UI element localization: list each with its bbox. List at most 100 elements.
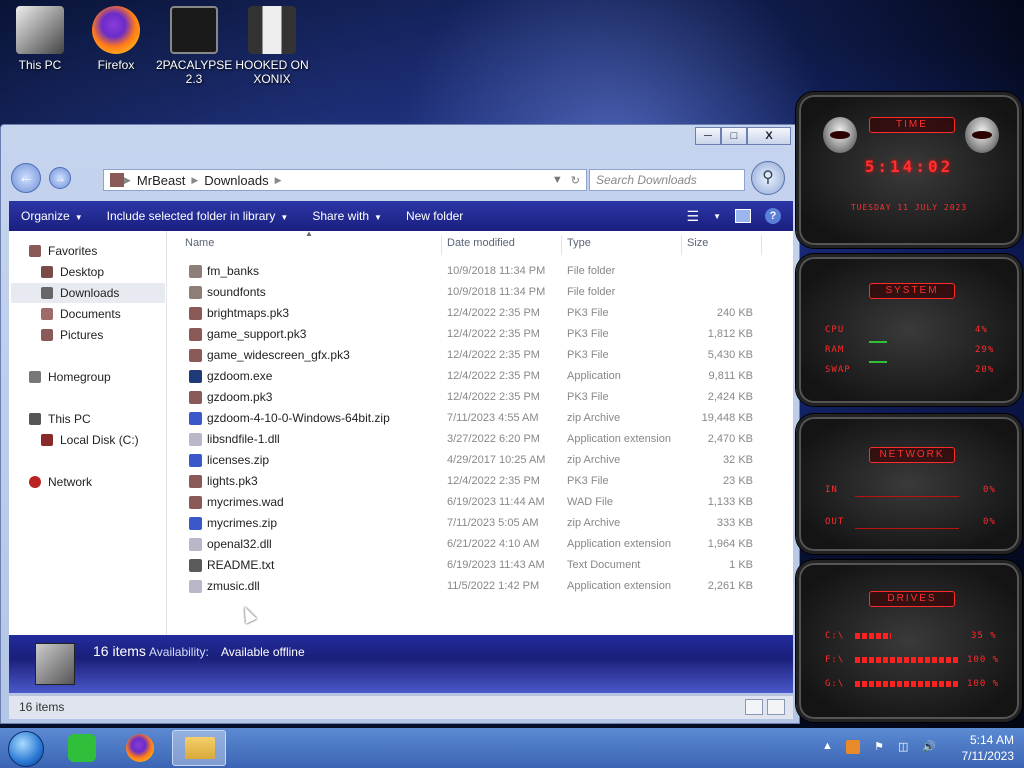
file-row[interactable]: libsndfile-1.dll 3/27/2022 6:20 PM Applica… bbox=[187, 429, 787, 450]
desktop-icon-hooked-on-xonix[interactable]: HOOKED ON XONIX bbox=[234, 6, 310, 86]
file-row[interactable]: lights.pk3 12/4/2022 2:35 PM PK3 File 23 KB bbox=[187, 471, 787, 492]
organize-menu[interactable]: Organize ▼ bbox=[9, 209, 95, 223]
explorer-taskbar-button[interactable] bbox=[172, 730, 226, 766]
file-name: soundfonts bbox=[207, 285, 266, 299]
pk3-file-icon bbox=[189, 391, 202, 404]
file-row[interactable]: README.txt 6/19/2023 11:43 AM Text Documen… bbox=[187, 555, 787, 576]
maximize-button[interactable]: □ bbox=[721, 127, 747, 145]
search-icon[interactable]: ⚲ bbox=[751, 161, 785, 195]
column-divider[interactable] bbox=[681, 235, 682, 255]
file-row[interactable]: mycrimes.wad 6/19/2023 11:44 AM WAD File 1,… bbox=[187, 492, 787, 513]
sidebar-item-network[interactable]: Network bbox=[29, 472, 92, 492]
desktop-icon-2pacalypse[interactable]: 2PACALYPSE 2.3 bbox=[156, 6, 232, 86]
column-divider[interactable] bbox=[561, 235, 562, 255]
swap-graph bbox=[869, 361, 887, 363]
forward-button[interactable]: → bbox=[49, 167, 71, 189]
minimize-button[interactable]: ─ bbox=[695, 127, 721, 145]
file-size: 19,448 KB bbox=[701, 412, 753, 424]
file-row[interactable]: soundfonts 10/9/2018 11:34 PM File folder bbox=[187, 282, 787, 303]
sidebar-item-homegroup[interactable]: Homegroup bbox=[29, 367, 111, 387]
sidebar-item-local-disk[interactable]: Local Disk (C:) bbox=[41, 430, 139, 450]
homegroup-icon bbox=[29, 371, 41, 383]
file-row[interactable]: brightmaps.pk3 12/4/2022 2:35 PM PK3 File 2… bbox=[187, 303, 787, 324]
tray-app-icon[interactable] bbox=[846, 740, 860, 754]
file-row[interactable]: gzdoom-4-10-0-Windows-64bit.zip 7/11/2023… bbox=[187, 408, 787, 429]
breadcrumb-segment[interactable]: MrBeast bbox=[131, 173, 191, 188]
file-row[interactable]: gzdoom.exe 12/4/2022 2:35 PM Application 9,… bbox=[187, 366, 787, 387]
close-button[interactable]: X bbox=[747, 127, 791, 145]
file-row[interactable]: mycrimes.zip 7/11/2023 5:05 AM zip Archive… bbox=[187, 513, 787, 534]
details-view-icon[interactable] bbox=[745, 699, 763, 715]
sidebar-item-documents[interactable]: Documents bbox=[41, 304, 121, 324]
sidebar-item-pictures[interactable]: Pictures bbox=[41, 325, 103, 345]
start-button[interactable] bbox=[8, 731, 44, 767]
system-clock[interactable]: 5:14 AM 7/11/2023 bbox=[948, 732, 1015, 764]
file-name: libsndfile-1.dll bbox=[207, 432, 280, 446]
breadcrumb-segment[interactable]: Downloads bbox=[198, 173, 274, 188]
show-hidden-icons-icon[interactable]: ▲ bbox=[822, 740, 833, 752]
column-header-name[interactable]: Name bbox=[185, 235, 214, 255]
file-size: 23 KB bbox=[723, 475, 753, 487]
in-value: 0% bbox=[983, 485, 996, 495]
chevron-down-icon: ▼ bbox=[374, 213, 382, 222]
new-folder-button[interactable]: New folder bbox=[394, 209, 475, 223]
file-row[interactable]: game_support.pk3 12/4/2022 2:35 PM PK3 Fil… bbox=[187, 324, 787, 345]
file-name: gzdoom-4-10-0-Windows-64bit.zip bbox=[207, 411, 390, 425]
share-with-menu[interactable]: Share with ▼ bbox=[300, 209, 394, 223]
desktop-icon-firefox[interactable]: Firefox bbox=[78, 6, 154, 72]
file-size: 1,133 KB bbox=[707, 496, 753, 508]
view-options-icon[interactable]: ☰ bbox=[687, 208, 700, 225]
column-header-type[interactable]: Type bbox=[567, 235, 591, 255]
file-row[interactable]: openal32.dll 6/21/2022 4:10 AM Application… bbox=[187, 534, 787, 555]
file-row[interactable]: zmusic.dll 11/5/2022 1:42 PM Application e… bbox=[187, 576, 787, 597]
preview-pane-icon[interactable] bbox=[735, 209, 751, 223]
sidebar-item-favorites[interactable]: Favorites bbox=[29, 241, 97, 261]
dll-file-icon bbox=[189, 538, 202, 551]
network-tray-icon[interactable]: ◫ bbox=[898, 740, 908, 753]
desktop-icon bbox=[41, 266, 53, 278]
sidebar-item-downloads[interactable]: Downloads bbox=[11, 283, 165, 303]
sidebar-item-this-pc[interactable]: This PC bbox=[29, 409, 91, 429]
file-row[interactable]: licenses.zip 4/29/2017 10:25 AM zip Archiv… bbox=[187, 450, 787, 471]
large-icons-view-icon[interactable] bbox=[767, 699, 785, 715]
file-date: 6/19/2023 11:44 AM bbox=[447, 496, 545, 508]
column-header-size[interactable]: Size bbox=[687, 235, 708, 255]
documents-icon bbox=[41, 308, 53, 320]
include-in-library-menu[interactable]: Include selected folder in library ▼ bbox=[95, 209, 301, 223]
file-row[interactable]: gzdoom.pk3 12/4/2022 2:35 PM PK3 File 2,424… bbox=[187, 387, 787, 408]
address-bar[interactable]: ▶ MrBeast ▶ Downloads ▶ ▼ ↻ bbox=[103, 169, 587, 191]
drives-gadget[interactable]: DRIVES C:\ 35 % F:\ 100 % G:\ 100 % bbox=[796, 560, 1022, 722]
alien-head-icon bbox=[965, 117, 999, 153]
swap-label: SWAP bbox=[825, 365, 851, 375]
chevron-down-icon[interactable]: ▼ bbox=[713, 212, 721, 221]
system-gadget[interactable]: SYSTEM CPU 4% RAM 29% SWAP 20% bbox=[796, 254, 1022, 406]
notes-app-icon[interactable] bbox=[68, 734, 96, 762]
chevron-down-icon[interactable]: ▼ bbox=[552, 174, 563, 187]
dll-file-icon bbox=[189, 580, 202, 593]
back-button[interactable]: ← bbox=[11, 163, 41, 193]
view-controls: ☰ ▼ ? bbox=[687, 208, 793, 225]
file-row[interactable]: game_widescreen_gfx.pk3 12/4/2022 2:35 PM… bbox=[187, 345, 787, 366]
network-gadget[interactable]: NETWORK IN 0% OUT 0% bbox=[796, 414, 1022, 554]
flag-icon[interactable]: ⚑ bbox=[874, 740, 884, 753]
file-type: WAD File bbox=[567, 496, 614, 508]
desktop-icon-this-pc[interactable]: This PC bbox=[2, 6, 78, 72]
column-divider[interactable] bbox=[441, 235, 442, 255]
gadget-date: TUESDAY 11 JULY 2023 bbox=[850, 203, 968, 212]
file-date: 12/4/2022 2:35 PM bbox=[447, 391, 540, 403]
file-name: openal32.dll bbox=[207, 537, 272, 551]
time-gadget[interactable]: TIME 5:14:02 TUESDAY 11 JULY 2023 bbox=[796, 92, 1022, 248]
refresh-icon[interactable]: ↻ bbox=[571, 174, 580, 187]
firefox-icon[interactable] bbox=[126, 734, 154, 762]
search-input[interactable]: Search Downloads bbox=[589, 169, 745, 191]
sidebar-item-label: Homegroup bbox=[48, 370, 111, 384]
file-date: 4/29/2017 10:25 AM bbox=[447, 454, 546, 466]
swap-value: 20% bbox=[975, 365, 995, 375]
file-row[interactable]: fm_banks 10/9/2018 11:34 PM File folder bbox=[187, 261, 787, 282]
zip-archive-icon bbox=[189, 517, 202, 530]
column-header-date[interactable]: Date modified bbox=[447, 235, 515, 255]
help-button[interactable]: ? bbox=[765, 208, 781, 224]
sidebar-item-desktop[interactable]: Desktop bbox=[41, 262, 104, 282]
column-divider[interactable] bbox=[761, 235, 762, 255]
volume-icon[interactable]: 🔊 bbox=[922, 740, 936, 753]
